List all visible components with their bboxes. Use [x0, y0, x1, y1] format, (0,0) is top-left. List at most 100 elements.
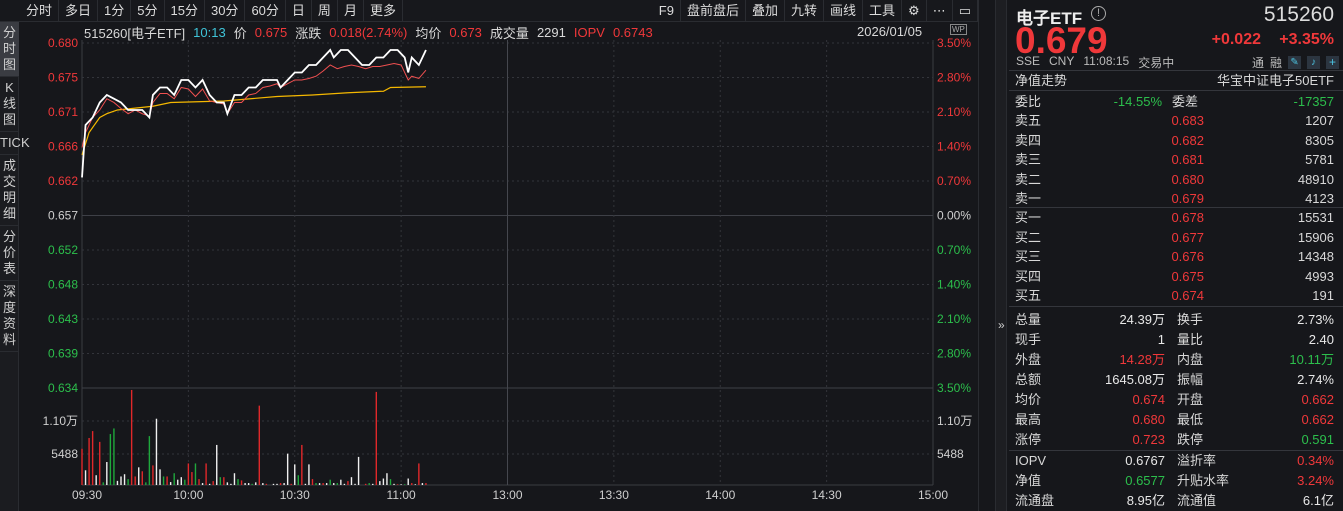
vol-tick: 1.10万	[43, 414, 78, 428]
toolbar-button[interactable]: 九转	[785, 0, 825, 22]
intraday-chart[interactable]: 0.680 3.50% 0.675 2.80% 0.671 2.10% 0.666 1.40%…	[0, 0, 978, 511]
volume-bar	[308, 464, 310, 485]
volume-bar	[329, 479, 331, 485]
time-tick: 10:30	[280, 488, 310, 502]
stat-value: 2.40	[1308, 332, 1334, 347]
volume-bar	[262, 483, 264, 485]
volume-bar	[421, 483, 424, 485]
period-tab[interactable]: 5分	[131, 0, 165, 22]
side-tab[interactable]: 深度资料	[0, 281, 19, 352]
level-label: 买三	[1015, 249, 1042, 264]
level-price: 0.683	[1171, 113, 1204, 128]
asks-row[interactable]: 卖一 0.679 4123	[1015, 189, 1336, 208]
ratio-value: -14.55%	[1113, 94, 1162, 109]
diff-label: 委差	[1172, 94, 1199, 109]
bids-row[interactable]: 买三 0.676 14348	[1015, 247, 1336, 266]
price-tick: 0.675	[48, 71, 78, 85]
side-tab[interactable]: 成交明细	[0, 155, 19, 226]
volume-bar	[258, 405, 260, 485]
pct-tick: 2.80%	[937, 347, 971, 361]
bell-icon[interactable]: ♪	[1307, 56, 1321, 69]
side-tab[interactable]: 分价表	[0, 226, 19, 281]
volume-bar	[382, 478, 385, 485]
toolbar-button[interactable]: 工具	[863, 0, 903, 22]
time-tick: 14:30	[812, 488, 842, 502]
bids-row[interactable]: 买五 0.674 191	[1015, 286, 1336, 305]
volume-bar	[113, 428, 115, 485]
volume-bar	[233, 473, 236, 485]
period-tab[interactable]: 60分	[245, 0, 286, 22]
volume-bar	[180, 477, 182, 485]
toolbar-button[interactable]: F9	[633, 0, 681, 22]
asks-row[interactable]: 卖三 0.681 5781	[1015, 150, 1336, 169]
window-icon[interactable]: ▭	[953, 0, 978, 22]
stat-row: 均价 0.674 开盘 0.662	[1015, 390, 1336, 409]
volume-bar	[272, 483, 275, 485]
expand-panel-button[interactable]: »	[998, 318, 1005, 332]
vol-tick: 5488	[51, 447, 78, 461]
tong-badge: 通	[1252, 56, 1265, 70]
asks-row[interactable]: 卖五 0.683 1207	[1015, 111, 1336, 130]
add-icon[interactable]: +	[1326, 56, 1340, 69]
stat-value: 0.723	[1132, 432, 1165, 447]
stat-row: 现手 1 量比 2.40	[1015, 330, 1336, 349]
level-price: 0.676	[1171, 249, 1204, 264]
time-tick: 11:00	[387, 488, 416, 502]
more-icon[interactable]: ⋯	[927, 0, 953, 22]
asks-row[interactable]: 卖二 0.680 48910	[1015, 170, 1336, 189]
period-tab[interactable]: 周	[312, 0, 338, 22]
volume-bar	[134, 476, 136, 485]
volume-bar	[407, 478, 409, 485]
asks-row[interactable]: 卖四 0.682 8305	[1015, 131, 1336, 150]
toolbar-button[interactable]: 盘前盘后	[681, 0, 746, 22]
period-tab[interactable]: 30分	[205, 0, 246, 22]
side-tab[interactable]: K线图	[0, 77, 19, 132]
volume-bar	[389, 479, 392, 485]
period-tab[interactable]: 月	[338, 0, 364, 22]
edit-icon[interactable]: ✎	[1288, 56, 1302, 69]
period-tab[interactable]: 分时	[0, 0, 60, 22]
bids-row[interactable]: 买一 0.678 15531	[1015, 208, 1336, 227]
stat-label: 振幅	[1177, 372, 1204, 387]
period-tab[interactable]: 1分	[98, 0, 132, 22]
ratio-row: 委比 -14.55% 委差 -17357	[1009, 90, 1343, 112]
side-scrollbar[interactable]	[995, 0, 1007, 511]
stat-label: 跌停	[1177, 432, 1204, 447]
volume-bar	[340, 479, 342, 485]
stat-value: 0.662	[1301, 412, 1334, 427]
period-tab[interactable]: 15分	[165, 0, 205, 22]
change-value: 0.018(2.74%)	[329, 24, 408, 40]
nav-trend-label[interactable]: 净值走势	[1015, 71, 1067, 90]
vol-value: 2291	[536, 24, 566, 40]
level-price: 0.678	[1171, 210, 1204, 225]
period-tab[interactable]: 日	[286, 0, 312, 22]
period-tab[interactable]: 更多	[364, 0, 403, 22]
level-label: 卖二	[1015, 171, 1042, 187]
period-tab[interactable]: 多日	[59, 0, 99, 22]
stat-row: 最高 0.680 最低 0.662	[1015, 410, 1336, 429]
toolbar-button[interactable]: 画线	[824, 0, 864, 22]
volume-bar	[148, 436, 151, 485]
volume-bar	[372, 483, 374, 485]
side-tab[interactable]: 分时图	[0, 22, 19, 77]
vol-label: 成交量	[489, 25, 529, 41]
settings-gear-icon[interactable]: ⚙	[902, 0, 927, 22]
bids-row[interactable]: 买二 0.677 15906	[1015, 228, 1336, 247]
toolbar-button[interactable]: 叠加	[746, 0, 785, 22]
volume-bar	[414, 484, 417, 485]
info-icon[interactable]: !	[1091, 6, 1106, 21]
volume-bar	[226, 482, 229, 485]
nav-trend-row[interactable]: 净值走势 华宝中证电子50ETF	[1009, 70, 1343, 89]
volume-bar	[95, 475, 97, 485]
volume-bar	[184, 479, 186, 485]
volume-bar	[191, 472, 193, 485]
stat-label: 升贴水率	[1177, 473, 1230, 488]
level-label: 买二	[1015, 229, 1042, 245]
stat-label: 流通盘	[1015, 493, 1055, 508]
time-tick: 10:00	[173, 488, 203, 502]
bids-row[interactable]: 买四 0.675 4993	[1015, 267, 1336, 286]
volume-bar	[145, 482, 147, 485]
side-tab[interactable]: TICK	[0, 132, 30, 155]
stat-value: 3.24%	[1297, 473, 1334, 488]
wp-icon[interactable]: WP	[950, 24, 967, 35]
